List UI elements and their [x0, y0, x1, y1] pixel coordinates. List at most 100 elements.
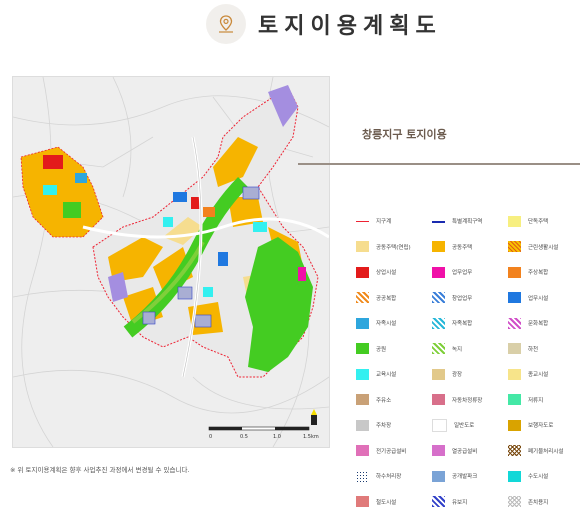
legend-swatch — [432, 496, 445, 507]
legend-swatch — [432, 445, 445, 456]
legend-item: 열공급설비 — [432, 444, 477, 458]
legend-swatch — [432, 343, 445, 354]
legend-label: 저류지 — [528, 397, 544, 404]
legend-item: 주유소 — [356, 393, 391, 407]
legend-item: 공동주택(연립) — [356, 240, 411, 254]
legend-label: 단독주택 — [528, 219, 549, 225]
legend-swatch — [508, 419, 521, 431]
legend-item: 보행자도로 — [508, 418, 553, 432]
scale-tick: 0 — [209, 434, 213, 440]
legend-swatch — [432, 394, 445, 405]
legend-label: 공공복합 — [376, 295, 397, 302]
legend-item: 지구계 — [356, 214, 391, 228]
land-use-map: 0 0.5 1.0 1.5km — [12, 76, 330, 448]
legend-label: 주상복합 — [528, 270, 549, 276]
legend-item: 전기공급설비 — [356, 444, 406, 458]
scale-bar — [208, 426, 310, 431]
legend-label: 업무업무 — [452, 270, 473, 276]
legend-swatch — [508, 445, 521, 456]
legend-swatch — [508, 241, 521, 252]
legend-item: 하수처리장 — [356, 469, 401, 483]
legend-label: 근린생활시설 — [528, 244, 559, 251]
legend-swatch — [356, 496, 369, 507]
legend-swatch — [432, 470, 445, 482]
legend-swatch — [356, 292, 369, 303]
legend-item: 철도시설 — [356, 495, 396, 509]
legend-label: 지구계 — [376, 219, 392, 225]
legend-swatch — [508, 470, 521, 482]
legend-label: 공원 — [376, 346, 387, 353]
legend-item: 폐기물처리시설 — [508, 444, 563, 458]
legend-label: 폐기물처리시설 — [528, 448, 564, 455]
legend-label: 철도시설 — [376, 499, 397, 506]
scale-tick: 1.0 — [273, 434, 281, 440]
scale-tick: 1.5km — [303, 434, 319, 440]
legend-swatch — [508, 292, 521, 303]
legend-label: 특별계획구역 — [452, 219, 483, 225]
section-subtitle: 창릉지구 토지이용 — [362, 128, 447, 141]
legend-label: 열공급설비 — [452, 448, 478, 455]
map-pin-badge — [206, 4, 246, 44]
legend-label: 보행자도로 — [528, 423, 554, 429]
legend-label: 일반도로 — [454, 423, 475, 429]
legend-swatch — [356, 470, 369, 482]
legend-item: 근린생활시설 — [508, 240, 558, 254]
legend-item: 자동차정류장 — [432, 393, 482, 407]
legend-swatch — [508, 394, 521, 405]
legend-label: 주차장 — [376, 423, 392, 429]
legend-item: 공원 — [356, 342, 386, 356]
legend-label: 주유소 — [376, 397, 392, 404]
legend-item: 유보지 — [432, 495, 467, 509]
legend-label: 자족시설 — [376, 321, 397, 327]
legend-swatch — [508, 266, 521, 278]
scale-tick: 0.5 — [240, 434, 248, 440]
divider — [298, 163, 580, 165]
legend-swatch — [432, 241, 445, 252]
legend-item: 업무업무 — [432, 265, 472, 279]
legend-label: 교육시설 — [376, 372, 397, 378]
legend-swatch — [432, 368, 445, 380]
map-legend: 지구계 특별계획구역 단독주택 공동주택(연립) 공동주택 근린생활시설 상업시설 업무업무 주… — [356, 214, 584, 514]
legend-swatch — [508, 368, 521, 380]
legend-label: 전기공급설비 — [376, 448, 407, 455]
legend-item: 수도시설 — [508, 469, 548, 483]
legend-item: 상업시설 — [356, 265, 396, 279]
legend-swatch — [356, 343, 369, 354]
legend-label: 공동주택(연립) — [376, 244, 411, 251]
legend-item: 공공복합 — [356, 291, 396, 305]
legend-item: 광장 — [432, 367, 462, 381]
legend-item: 존치용지 — [508, 495, 548, 509]
legend-swatch — [432, 317, 445, 329]
legend-label: 문화복합 — [528, 321, 549, 327]
legend-item: 일반도로 — [432, 418, 474, 432]
legend-label: 창업업무 — [452, 295, 473, 302]
legend-item: 교육시설 — [356, 367, 396, 381]
legend-label: 종교시설 — [528, 372, 549, 378]
legend-label: 광장 — [452, 372, 463, 378]
disclaimer-note: ※ 위 토지이용계획은 향후 사업추진 과정에서 변경될 수 있습니다. — [10, 466, 190, 474]
legend-swatch — [508, 317, 521, 329]
legend-swatch — [356, 317, 369, 329]
legend-label: 유보지 — [452, 499, 468, 506]
legend-swatch — [432, 266, 445, 278]
legend-item: 저류지 — [508, 393, 543, 407]
legend-swatch — [432, 215, 445, 227]
legend-item: 공동주택 — [432, 240, 472, 254]
legend-label: 녹지 — [452, 346, 463, 353]
legend-label: 존치용지 — [528, 499, 549, 506]
legend-swatch — [508, 496, 521, 507]
legend-item: 공개발파크 — [432, 469, 477, 483]
legend-swatch — [356, 215, 369, 227]
land-use-map-graphic — [13, 77, 329, 447]
legend-label: 자동차정류장 — [452, 397, 483, 404]
legend-item: 종교시설 — [508, 367, 548, 381]
legend-item: 문화복합 — [508, 316, 548, 330]
legend-swatch — [356, 241, 369, 252]
map-pin-icon — [219, 15, 233, 33]
legend-label: 하천 — [528, 346, 539, 353]
legend-item: 녹지 — [432, 342, 462, 356]
header: 토지이용계획도 — [0, 0, 584, 52]
legend-swatch — [432, 418, 447, 432]
page-title: 토지이용계획도 — [258, 14, 442, 39]
legend-item: 하천 — [508, 342, 538, 356]
